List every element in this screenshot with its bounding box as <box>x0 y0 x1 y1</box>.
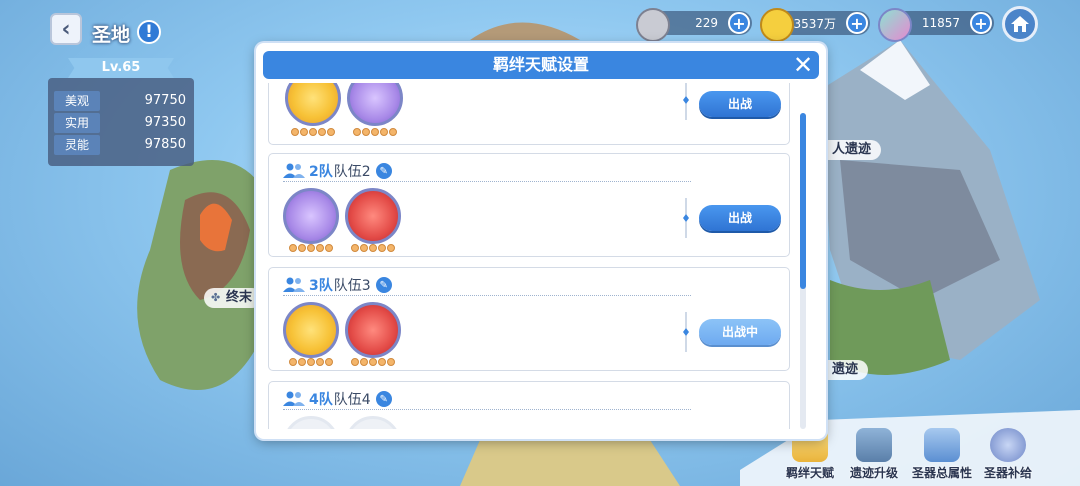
edit-pencil-icon[interactable]: ✎ <box>375 391 392 407</box>
relic-supply-icon <box>990 428 1026 462</box>
scroll-thumb[interactable] <box>800 113 806 289</box>
divider-icon <box>683 83 689 120</box>
edit-pencil-icon[interactable]: ✎ <box>375 277 392 293</box>
resource-tickets: 229 + <box>636 8 752 42</box>
holy-land-stats-panel: 美观 97750 实用 97350 灵能 97850 Lv.65 <box>48 58 194 166</box>
divider-icon <box>683 198 689 238</box>
nav-relic-supply[interactable]: 圣器补给 <box>978 428 1038 484</box>
dotted-separator <box>283 295 691 296</box>
stats-box: 美观 97750 实用 97350 灵能 97850 <box>48 78 194 166</box>
add-gold-button[interactable]: + <box>846 12 868 34</box>
stat-label: 实用 <box>54 113 100 133</box>
dialog-header: 羁绊天赋设置 ✕ <box>263 51 819 79</box>
talent-claw-icon[interactable] <box>283 188 339 244</box>
nav-label: 圣器补给 <box>983 466 1032 480</box>
page-title: 圣地 <box>92 24 131 46</box>
stat-value: 97350 <box>144 115 186 130</box>
dotted-separator <box>283 181 691 182</box>
team-members-icon <box>283 163 305 178</box>
bond-talent-dialog: 羁绊天赋设置 ✕ 出战 2队 队伍2 ✎ 出战 3队 队伍3 ✎ 出战中 4队 … <box>256 43 826 439</box>
team-name: 队伍4 <box>333 392 371 408</box>
stat-row: 美观 97750 <box>54 91 188 111</box>
deploy-button[interactable]: 出战 <box>699 91 781 117</box>
stat-label: 美观 <box>54 91 100 111</box>
team-number: 3队 <box>309 278 333 294</box>
talent-cross-icon[interactable] <box>285 83 341 126</box>
star-rating <box>283 244 339 254</box>
ruin-upgrade-icon <box>856 428 892 462</box>
team-card: 4队 队伍4 ✎ <box>268 381 790 429</box>
back-button[interactable]: ‹ <box>50 13 82 45</box>
resource-value: 229 <box>695 16 718 30</box>
team-name: 队伍3 <box>333 278 371 294</box>
feather-crystal-icon <box>878 8 912 42</box>
info-icon[interactable]: ! <box>137 20 161 44</box>
resource-gold: 63537万 + <box>760 8 870 42</box>
star-rating <box>345 244 401 254</box>
map-label-ruin[interactable]: 终末 <box>204 288 263 308</box>
nav-label: 圣器总属性 <box>912 466 973 480</box>
team-name: 队伍2 <box>333 164 371 180</box>
stat-value: 97850 <box>144 137 186 152</box>
stat-row: 灵能 97850 <box>54 135 188 155</box>
team-card: 3队 队伍3 ✎ 出战中 <box>268 267 790 371</box>
star-rating <box>283 358 339 368</box>
star-rating <box>345 358 401 368</box>
resource-crystal: 11857 + <box>878 8 994 42</box>
home-icon <box>1011 16 1029 32</box>
stat-label: 灵能 <box>54 135 100 155</box>
team-card: 2队 队伍2 ✎ 出战 <box>268 153 790 257</box>
scroll-ticket-icon <box>636 8 670 42</box>
dotted-separator <box>283 409 691 410</box>
team-members-icon <box>283 391 305 406</box>
team-members-icon <box>283 277 305 292</box>
star-rating <box>285 128 341 138</box>
nav-label: 遗迹升级 <box>849 466 898 480</box>
team-card: 出战 <box>268 83 790 145</box>
relic-stats-icon <box>924 428 960 462</box>
empty-talent-slot[interactable] <box>345 416 401 429</box>
talent-cross-icon[interactable] <box>283 302 339 358</box>
level-banner: Lv.65 <box>68 58 174 78</box>
scrollbar[interactable] <box>800 113 806 429</box>
close-button[interactable]: ✕ <box>791 53 815 77</box>
team-number: 2队 <box>309 164 333 180</box>
talent-flame-icon[interactable] <box>345 188 401 244</box>
nav-relic-stats[interactable]: 圣器总属性 <box>912 428 972 484</box>
stat-value: 97750 <box>144 93 186 108</box>
team-header: 4队 队伍4 ✎ <box>283 388 392 410</box>
stat-row: 实用 97350 <box>54 113 188 133</box>
add-tickets-button[interactable]: + <box>728 12 750 34</box>
add-crystal-button[interactable]: + <box>970 12 992 34</box>
talent-flame-icon[interactable] <box>345 302 401 358</box>
chevron-left-icon: ‹ <box>61 16 71 42</box>
close-icon: ✕ <box>792 51 814 79</box>
team-header: 3队 队伍3 ✎ <box>283 274 392 296</box>
talent-claw-icon[interactable] <box>347 83 403 126</box>
divider-icon <box>683 312 689 352</box>
edit-pencil-icon[interactable]: ✎ <box>375 163 392 179</box>
home-button[interactable] <box>1002 6 1038 42</box>
team-header: 2队 队伍2 ✎ <box>283 160 392 182</box>
team-number: 4队 <box>309 392 333 408</box>
nav-label: 羁绊天赋 <box>785 466 834 480</box>
team-list[interactable]: 出战 2队 队伍2 ✎ 出战 3队 队伍3 ✎ 出战中 4队 队伍4 ✎ <box>268 83 792 429</box>
deploy-button[interactable]: 出战 <box>699 205 781 231</box>
star-rating <box>347 128 403 138</box>
gold-coin-icon <box>760 8 794 42</box>
dialog-title: 羁绊天赋设置 <box>492 55 589 74</box>
deployed-button[interactable]: 出战中 <box>699 319 781 345</box>
nav-ruin-upgrade[interactable]: 遗迹升级 <box>844 428 904 484</box>
resource-value: 11857 <box>921 16 960 30</box>
empty-talent-slot[interactable] <box>283 416 339 429</box>
